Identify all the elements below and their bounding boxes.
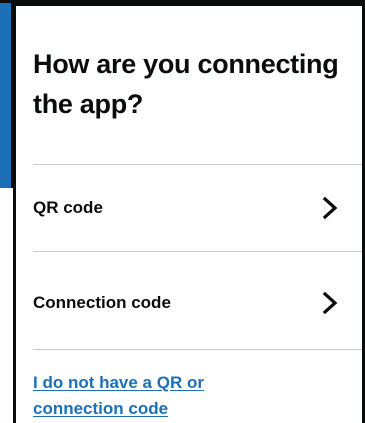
connect-app-screen: How are you connecting the app? QR code … (13, 3, 365, 423)
option-qr-code[interactable]: QR code (33, 165, 362, 251)
chevron-right-icon (322, 196, 338, 220)
no-code-link[interactable]: I do not have a QR or connection code (33, 370, 263, 422)
background-window-edge (0, 0, 13, 188)
option-qr-code-label: QR code (33, 198, 103, 217)
divider (33, 349, 362, 350)
option-connection-code-label: Connection code (33, 293, 171, 312)
page-title: How are you connecting the app? (33, 49, 339, 119)
option-connection-code[interactable]: Connection code (33, 260, 362, 346)
divider (33, 251, 362, 252)
chevron-right-icon (322, 291, 338, 315)
